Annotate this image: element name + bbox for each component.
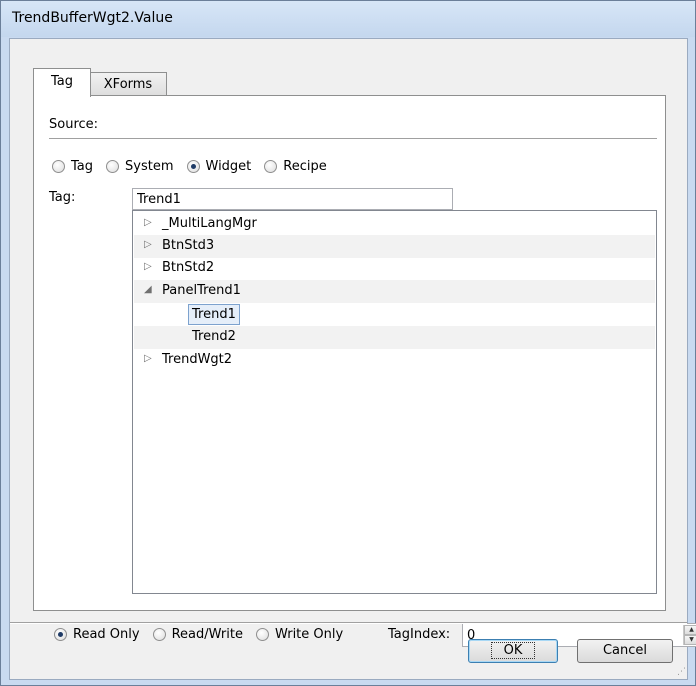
cancel-button[interactable]: Cancel	[577, 639, 673, 663]
tree-item-label: BtnStd2	[162, 260, 215, 275]
radio-button-icon[interactable]	[52, 159, 65, 173]
tab-xforms[interactable]: XForms	[89, 72, 167, 97]
button-divider-highlight	[10, 623, 687, 624]
source-radio-recipe-label: Recipe	[283, 158, 327, 174]
source-separator	[49, 138, 657, 139]
spin-down-icon[interactable]: ▼	[684, 635, 696, 645]
tab-xforms-label: XForms	[103, 77, 153, 92]
access-radio-read-write-label: Read/Write	[171, 626, 243, 642]
ok-button-label: OK	[490, 642, 536, 659]
tree-item-btnstd3[interactable]: ▷ BtnStd3	[134, 235, 655, 258]
source-radio-tag-label: Tag	[71, 158, 94, 174]
access-radio-read-write[interactable]: Read/Write	[152, 626, 243, 642]
tree-collapsed-icon[interactable]: ▷	[144, 217, 152, 228]
tree-item-trend1[interactable]: Trend1	[134, 303, 655, 326]
tree-item-label: TrendWgt2	[162, 352, 233, 367]
dialog-client: Tag XForms Source: Tag System Widget Rec…	[9, 38, 696, 680]
tab-tag-label: Tag	[50, 74, 73, 89]
access-radio-write-only-label: Write Only	[274, 626, 344, 642]
tree-item-label: Trend1	[188, 304, 240, 325]
radio-button-icon[interactable]	[264, 159, 278, 173]
radio-button-icon[interactable]	[106, 159, 120, 173]
tab-tag[interactable]: Tag	[33, 68, 91, 97]
tree-collapsed-icon[interactable]: ▷	[144, 261, 152, 272]
cancel-button-label: Cancel	[602, 643, 648, 658]
source-radio-system-label: System	[125, 158, 174, 174]
source-radio-group: Tag System Widget Recipe	[52, 157, 340, 175]
radio-button-checked-icon[interactable]	[54, 627, 67, 641]
source-radio-widget[interactable]: Widget	[186, 158, 252, 174]
tree-collapsed-icon[interactable]: ▷	[144, 239, 152, 250]
access-radio-read-only[interactable]: Read Only	[54, 627, 140, 642]
tree-item-label: _MultiLangMgr	[162, 216, 257, 231]
ok-button[interactable]: OK	[468, 639, 558, 663]
tagindex-spinner: ▲ ▼	[683, 625, 696, 645]
source-radio-recipe[interactable]: Recipe	[264, 158, 327, 174]
window-title: TrendBufferWgt2.Value	[12, 10, 173, 26]
tag-label: Tag:	[49, 190, 76, 205]
tree-item-trendwgt2[interactable]: ▷ TrendWgt2	[134, 349, 655, 372]
tree-collapsed-icon[interactable]: ▷	[144, 353, 152, 364]
tree-item-btnstd2[interactable]: ▷ BtnStd2	[134, 257, 655, 280]
tag-tab-panel: Source: Tag System Widget Recipe Tag: Tr…	[33, 95, 696, 647]
widget-tree[interactable]: ▷ _MultiLangMgr ▷ BtnStd3 ▷ BtnStd2 ◢ Pa…	[132, 210, 657, 594]
tree-item-multilangmgr[interactable]: ▷ _MultiLangMgr	[134, 213, 655, 236]
tree-item-paneltrend1[interactable]: ◢ PanelTrend1	[134, 280, 655, 303]
tag-input[interactable]	[132, 188, 453, 210]
access-radio-read-only-label: Read Only	[73, 626, 140, 642]
source-radio-widget-label: Widget	[205, 158, 252, 174]
tree-item-label: BtnStd3	[162, 238, 215, 253]
dialog-window: TrendBufferWgt2.Value Tag XForms Source:…	[0, 0, 696, 686]
tree-expanded-icon[interactable]: ◢	[144, 284, 152, 295]
spin-up-icon[interactable]: ▲	[684, 625, 696, 635]
access-radio-group: Read Only Read/Write Write Only	[54, 624, 356, 644]
radio-button-icon[interactable]	[255, 627, 269, 641]
tagindex-label: TagIndex:	[388, 627, 451, 642]
tree-item-label: PanelTrend1	[162, 283, 241, 298]
resize-grip-icon[interactable]: ⋰	[677, 667, 686, 677]
tree-item-label: Trend2	[192, 329, 236, 344]
source-radio-tag[interactable]: Tag	[52, 159, 93, 174]
source-radio-system[interactable]: System	[106, 158, 174, 174]
tree-item-trend2[interactable]: Trend2	[134, 326, 655, 349]
radio-button-icon[interactable]	[152, 627, 166, 641]
radio-button-checked-icon[interactable]	[186, 159, 200, 173]
access-radio-write-only[interactable]: Write Only	[255, 626, 344, 642]
title-bar[interactable]: TrendBufferWgt2.Value	[1, 1, 695, 37]
source-label: Source:	[49, 117, 99, 132]
